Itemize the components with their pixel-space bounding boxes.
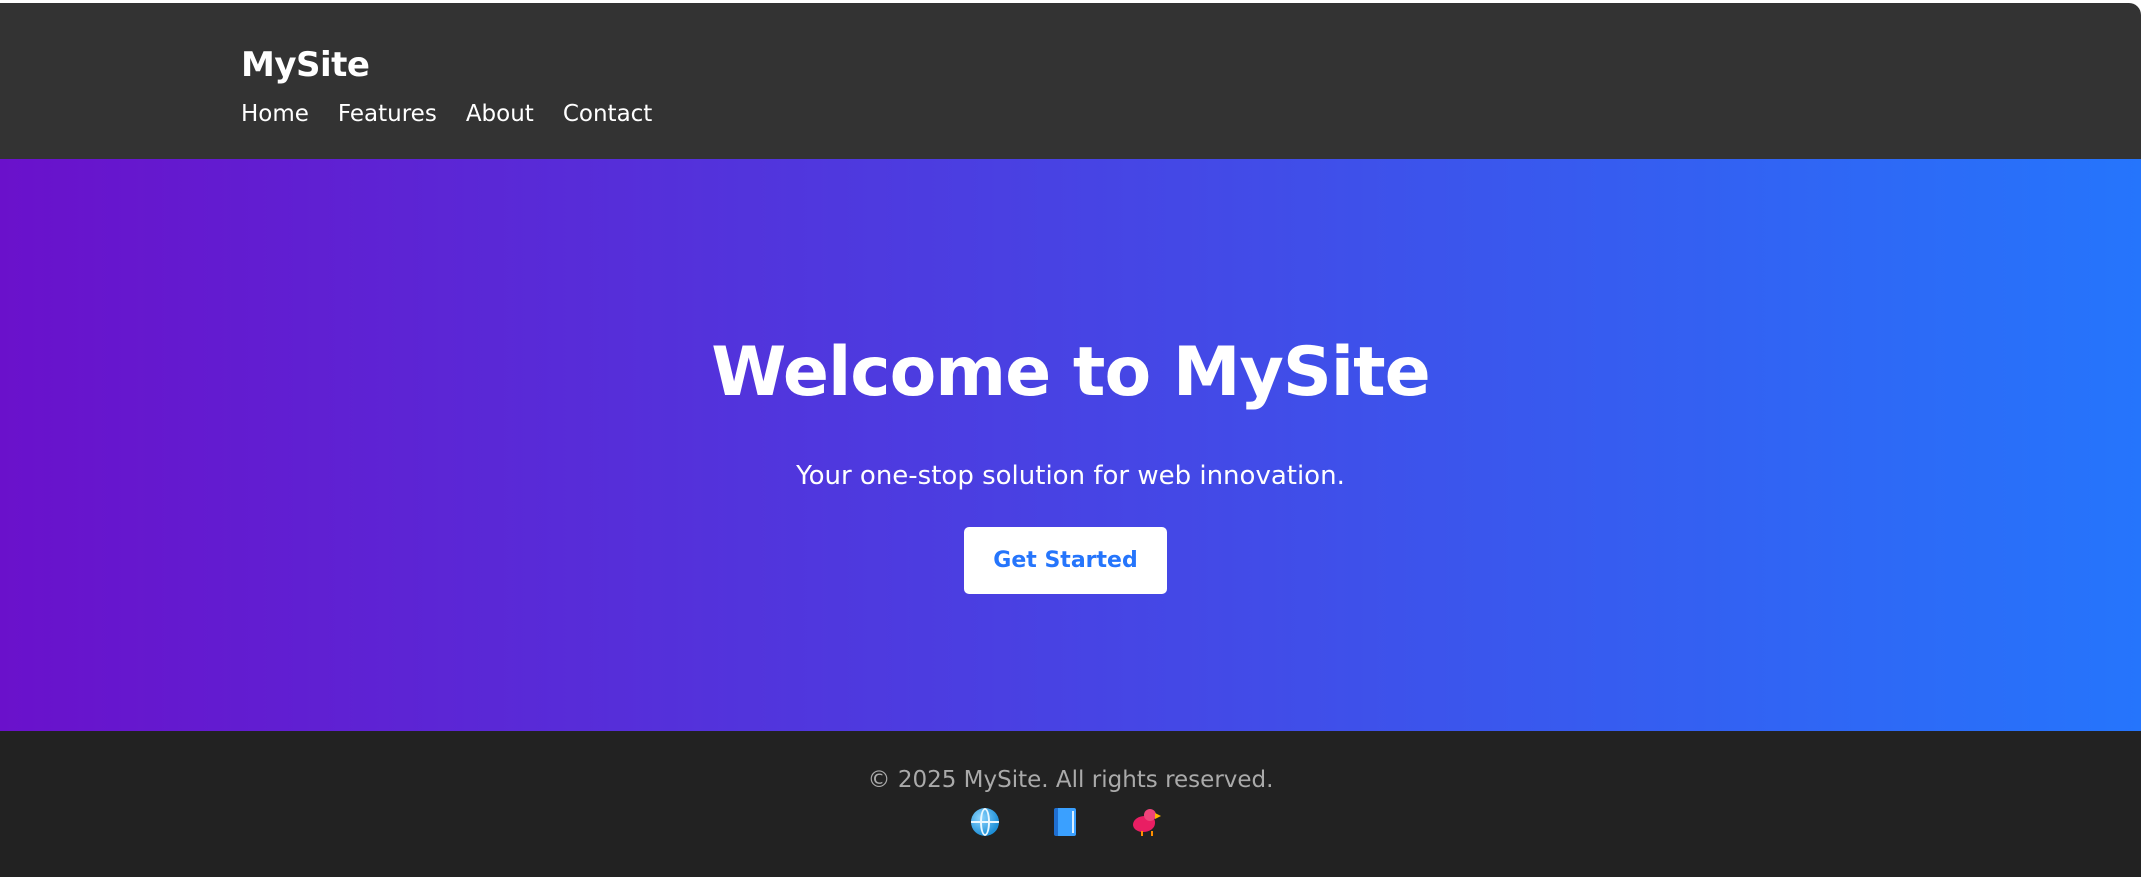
hero-section: Welcome to MySite Your one-stop solution… [0, 159, 2141, 731]
copyright-text: © 2025 MySite. All rights reserved. [867, 767, 1274, 793]
get-started-button[interactable]: Get Started [964, 527, 1167, 594]
site-footer: © 2025 MySite. All rights reserved. [0, 731, 2141, 877]
page: MySite Home Features About Contact Welco… [0, 0, 2141, 877]
hero-subtitle: Your one-stop solution for web innovatio… [796, 461, 1345, 491]
site-logo[interactable]: MySite [241, 43, 370, 87]
nav-link-about[interactable]: About [466, 99, 534, 129]
site-header: MySite Home Features About Contact [0, 3, 2141, 159]
bird-icon[interactable] [1128, 805, 1162, 839]
nav-link-features[interactable]: Features [338, 99, 437, 129]
main-nav: Home Features About Contact [241, 99, 652, 129]
book-icon[interactable] [1048, 805, 1082, 839]
globe-icon[interactable] [968, 805, 1002, 839]
social-links [968, 805, 1162, 839]
nav-link-home[interactable]: Home [241, 99, 309, 129]
nav-link-contact[interactable]: Contact [563, 99, 652, 129]
hero-title: Welcome to MySite [711, 333, 1430, 412]
